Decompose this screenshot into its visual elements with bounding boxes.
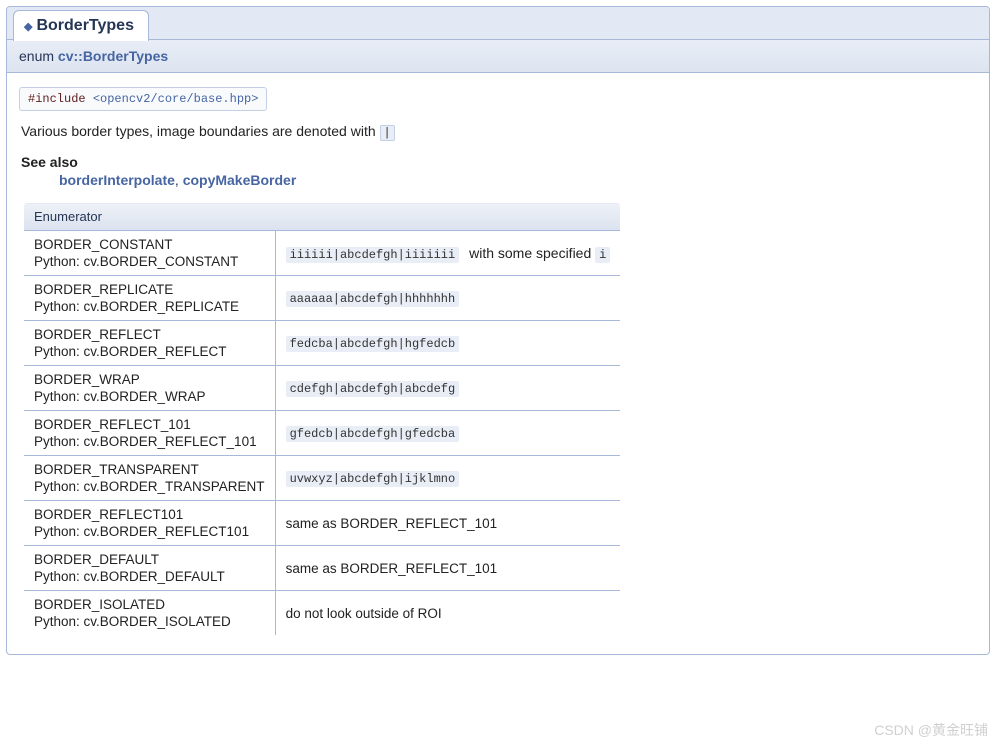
see-also-label: See also (21, 154, 975, 170)
watermark: CSDN @黄金旺铺 (874, 720, 988, 740)
description: Various border types, image boundaries a… (21, 123, 975, 140)
include-keyword: #include (28, 92, 93, 106)
enum-name-cell: BORDER_REFLECT Python: cv.BORDER_REFLECT (24, 321, 276, 366)
enum-desc-code: iiiiii|abcdefgh|iiiiiii (286, 247, 460, 263)
enum-python: Python: cv.BORDER_REFLECT101 (34, 524, 265, 539)
diamond-icon: ◆ (24, 21, 32, 33)
enum-python: Python: cv.BORDER_REFLECT (34, 344, 265, 359)
enum-python: Python: cv.BORDER_DEFAULT (34, 569, 265, 584)
enum-name-cell: BORDER_WRAP Python: cv.BORDER_WRAP (24, 366, 276, 411)
table-row: BORDER_REFLECT Python: cv.BORDER_REFLECT f… (24, 321, 621, 366)
description-text: Various border types, image boundaries a… (21, 123, 380, 139)
enum-desc-cell: fedcba|abcdefgh|hgfedcb (275, 321, 621, 366)
enum-desc-text: same as BORDER_REFLECT_101 (286, 516, 498, 531)
table-row: BORDER_REPLICATE Python: cv.BORDER_REPLIC… (24, 276, 621, 321)
enum-desc-text: do not look outside of ROI (286, 606, 442, 621)
enum-name: BORDER_REFLECT101 (34, 507, 265, 522)
enum-desc-cell: do not look outside of ROI (275, 591, 621, 636)
table-row: BORDER_DEFAULT Python: cv.BORDER_DEFAULT s… (24, 546, 621, 591)
enum-desc-cell: aaaaaa|abcdefgh|hhhhhhh (275, 276, 621, 321)
enum-python: Python: cv.BORDER_REPLICATE (34, 299, 265, 314)
enum-desc-extra: with some specified (465, 245, 595, 261)
enum-name-cell: BORDER_TRANSPARENT Python: cv.BORDER_TRAN… (24, 456, 276, 501)
tab-title: BorderTypes (36, 17, 134, 34)
include-path: <opencv2/core/base.hpp> (93, 92, 259, 106)
table-row: BORDER_WRAP Python: cv.BORDER_WRAP cdefgh|… (24, 366, 621, 411)
signature-prefix: enum (19, 48, 58, 64)
enum-name-cell: BORDER_DEFAULT Python: cv.BORDER_DEFAULT (24, 546, 276, 591)
include-directive: #include <opencv2/core/base.hpp> (19, 87, 267, 111)
table-row: BORDER_REFLECT101 Python: cv.BORDER_REFLE… (24, 501, 621, 546)
see-also-link-2[interactable]: copyMakeBorder (183, 172, 297, 188)
enum-desc-cell: uvwxyz|abcdefgh|ijklmno (275, 456, 621, 501)
enum-desc-text: same as BORDER_REFLECT_101 (286, 561, 498, 576)
enum-desc-cell: iiiiii|abcdefgh|iiiiiii with some specif… (275, 231, 621, 276)
signature-link[interactable]: cv::BorderTypes (58, 48, 168, 64)
enum-name-cell: BORDER_REFLECT_101 Python: cv.BORDER_REFL… (24, 411, 276, 456)
enum-python: Python: cv.BORDER_WRAP (34, 389, 265, 404)
enum-python: Python: cv.BORDER_CONSTANT (34, 254, 265, 269)
panel: ◆ BorderTypes enum cv::BorderTypes #inclu… (6, 6, 990, 655)
enum-desc-cell: cdefgh|abcdefgh|abcdefg (275, 366, 621, 411)
enum-desc-cell: same as BORDER_REFLECT_101 (275, 501, 621, 546)
enum-desc-code: cdefgh|abcdefgh|abcdefg (286, 381, 460, 397)
enum-desc-cell: same as BORDER_REFLECT_101 (275, 546, 621, 591)
enum-name-cell: BORDER_REFLECT101 Python: cv.BORDER_REFLE… (24, 501, 276, 546)
table-row: BORDER_TRANSPARENT Python: cv.BORDER_TRAN… (24, 456, 621, 501)
enum-name: BORDER_REFLECT (34, 327, 265, 342)
enum-python: Python: cv.BORDER_ISOLATED (34, 614, 265, 629)
title-tab[interactable]: ◆ BorderTypes (13, 10, 149, 41)
tab-row: ◆ BorderTypes (7, 7, 989, 40)
enum-name: BORDER_WRAP (34, 372, 265, 387)
enum-desc-extra-code: i (595, 247, 610, 263)
enum-desc-code: gfedcb|abcdefgh|gfedcba (286, 426, 460, 442)
enum-name-cell: BORDER_ISOLATED Python: cv.BORDER_ISOLATE… (24, 591, 276, 636)
enum-desc-code: uvwxyz|abcdefgh|ijklmno (286, 471, 460, 487)
enum-name: BORDER_ISOLATED (34, 597, 265, 612)
enum-name: BORDER_CONSTANT (34, 237, 265, 252)
enum-name: BORDER_REPLICATE (34, 282, 265, 297)
enum-python: Python: cv.BORDER_REFLECT_101 (34, 434, 265, 449)
table-header: Enumerator (24, 203, 621, 231)
enum-python: Python: cv.BORDER_TRANSPARENT (34, 479, 265, 494)
see-also-separator: , (175, 172, 183, 188)
enum-name: BORDER_DEFAULT (34, 552, 265, 567)
enum-name: BORDER_REFLECT_101 (34, 417, 265, 432)
table-row: BORDER_ISOLATED Python: cv.BORDER_ISOLATE… (24, 591, 621, 636)
enum-name-cell: BORDER_REPLICATE Python: cv.BORDER_REPLIC… (24, 276, 276, 321)
enumerator-table: Enumerator BORDER_CONSTANT Python: cv.BOR… (23, 202, 621, 636)
enum-desc-code: aaaaaa|abcdefgh|hhhhhhh (286, 291, 460, 307)
table-row: BORDER_REFLECT_101 Python: cv.BORDER_REFL… (24, 411, 621, 456)
table-row: BORDER_CONSTANT Python: cv.BORDER_CONSTAN… (24, 231, 621, 276)
description-literal: | (380, 125, 395, 141)
signature-bar: enum cv::BorderTypes (7, 40, 989, 73)
see-also-links: borderInterpolate, copyMakeBorder (59, 172, 975, 188)
content-area: #include <opencv2/core/base.hpp> Various… (7, 73, 989, 654)
see-also-link-1[interactable]: borderInterpolate (59, 172, 175, 188)
enum-desc-code: fedcba|abcdefgh|hgfedcb (286, 336, 460, 352)
enum-name: BORDER_TRANSPARENT (34, 462, 265, 477)
enum-desc-cell: gfedcb|abcdefgh|gfedcba (275, 411, 621, 456)
enum-name-cell: BORDER_CONSTANT Python: cv.BORDER_CONSTAN… (24, 231, 276, 276)
